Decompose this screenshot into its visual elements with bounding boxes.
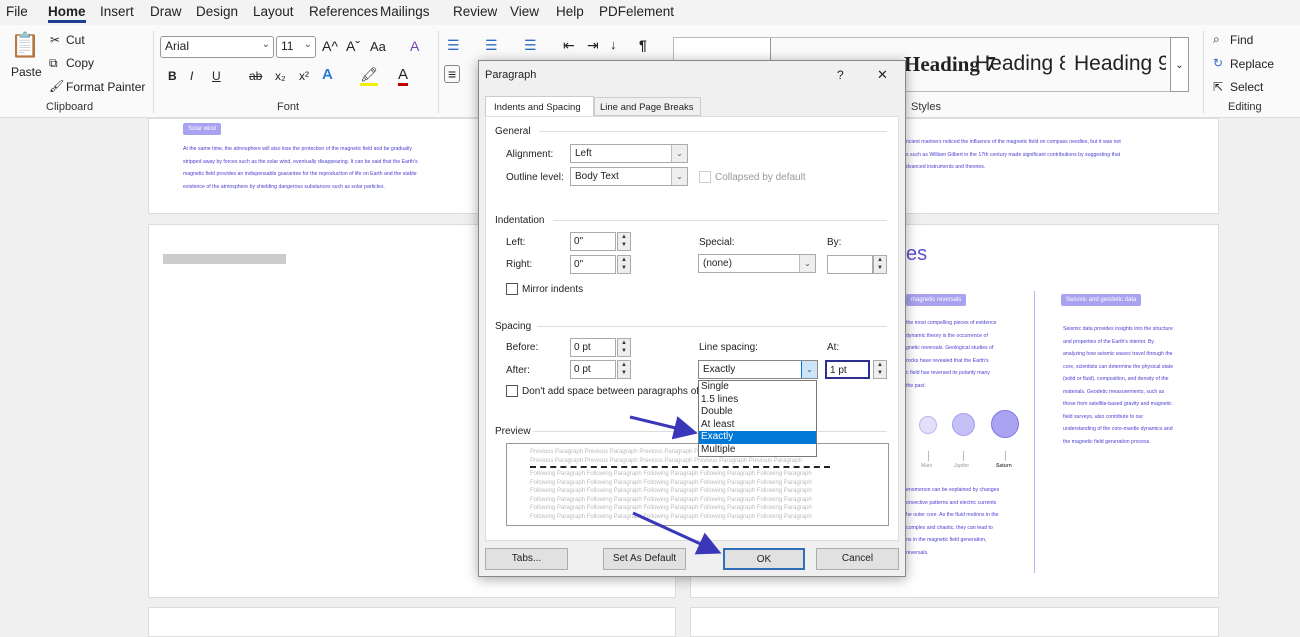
- arrow-to-exactly-icon: [630, 417, 692, 432]
- arrow-to-ok-icon: [633, 513, 716, 551]
- annotation-arrows: [0, 0, 1300, 629]
